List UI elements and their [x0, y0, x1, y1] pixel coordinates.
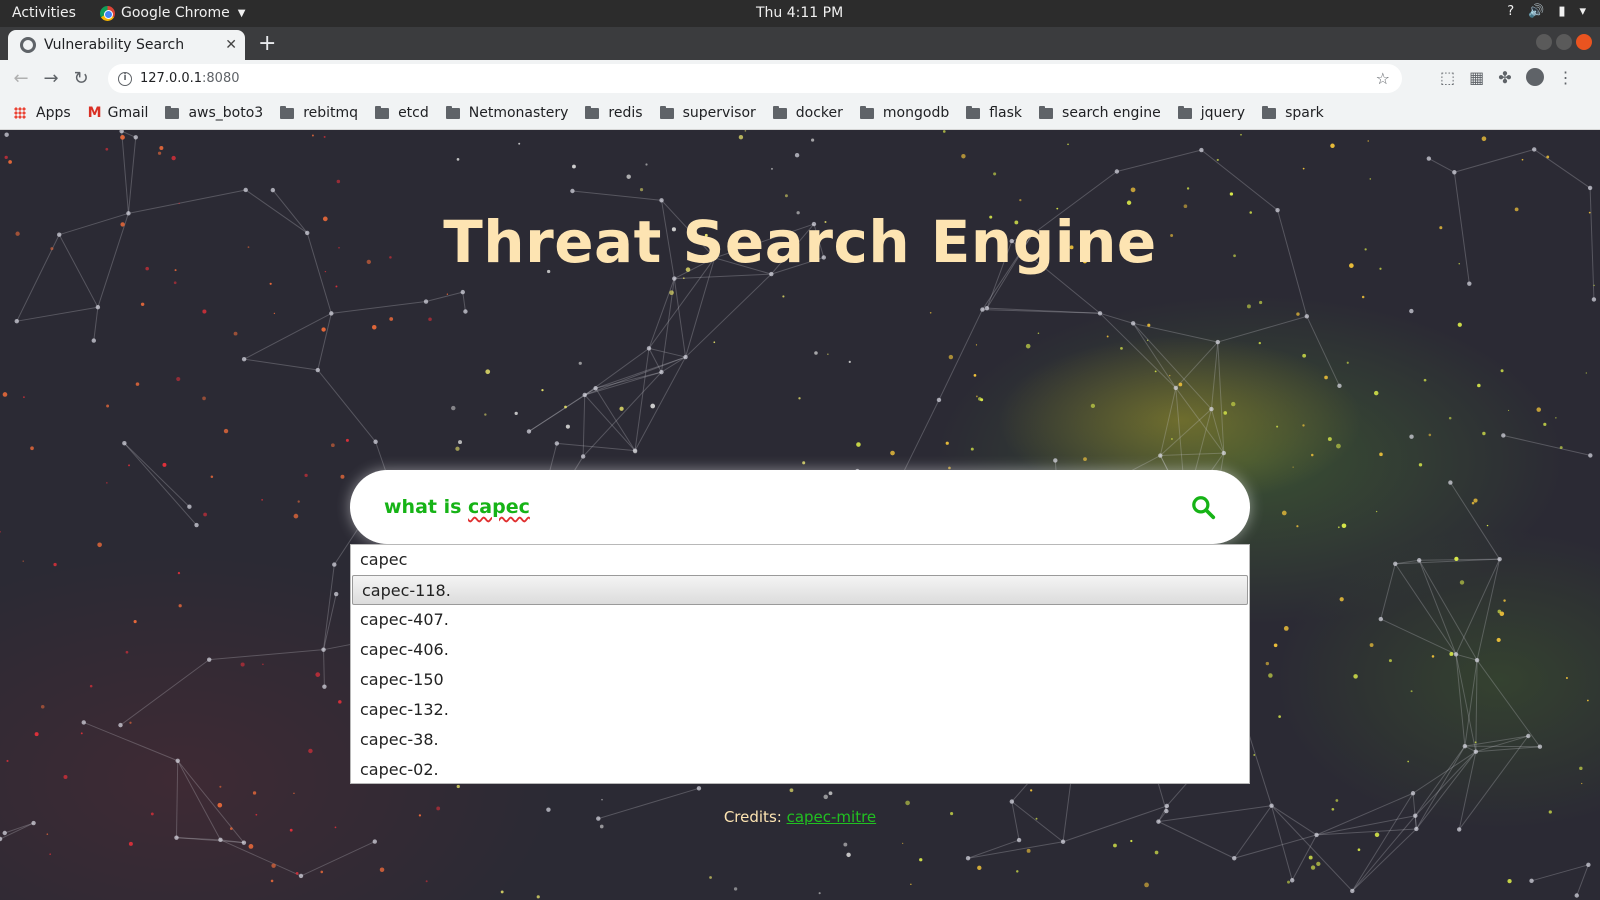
credits-link[interactable]: capec-mitre — [787, 808, 877, 826]
folder-icon — [375, 105, 390, 119]
search-bar[interactable]: what is capec — [350, 470, 1250, 544]
os-top-bar: Activities Google Chrome ▼ Thu 4:11 PM ?… — [0, 0, 1600, 27]
folder-icon — [585, 105, 600, 119]
folder-icon — [1039, 105, 1054, 119]
suggestion-item-selected[interactable]: capec-118. — [352, 575, 1248, 605]
bookmark-folder[interactable]: aws_boto3 — [165, 105, 263, 121]
close-icon[interactable]: ✕ — [225, 37, 237, 53]
gmail-icon: M — [87, 105, 102, 121]
new-tab-button[interactable]: + — [258, 31, 276, 57]
info-icon[interactable]: i — [118, 71, 132, 86]
bookmark-folder[interactable]: rebitmq — [280, 105, 358, 121]
system-tray[interactable]: ? 🔊 ▮ ▾ — [1507, 4, 1586, 19]
chevron-down-icon[interactable]: ▾ — [1579, 4, 1586, 19]
credits: Credits: capec-mitre — [0, 808, 1600, 826]
address-bar[interactable]: i 127.0.0.1:8080 ☆ — [108, 64, 1402, 93]
minimize-button[interactable] — [1536, 34, 1552, 50]
bookmark-folder[interactable]: docker — [772, 105, 843, 121]
bookmark-folder[interactable]: etcd — [375, 105, 429, 121]
tab-vulnerability-search[interactable]: Vulnerability Search ✕ — [8, 30, 245, 60]
page-content: Threat Search Engine what is capec capec… — [0, 130, 1600, 900]
folder-icon — [1262, 105, 1277, 119]
app-menu[interactable]: Google Chrome ▼ — [100, 5, 245, 21]
app-name-label: Google Chrome — [121, 5, 230, 21]
chevron-down-icon: ▼ — [237, 7, 246, 19]
bookmarks-bar: Apps M Gmail aws_boto3 rebitmq etcd Netmo… — [0, 97, 1600, 130]
suggestion-item[interactable]: capec-406. — [351, 635, 1249, 665]
suggestion-item[interactable]: capec-150 — [351, 665, 1249, 695]
tab-strip: Vulnerability Search ✕ + — [0, 27, 1600, 60]
folder-icon — [165, 105, 180, 119]
bookmark-folder[interactable]: search engine — [1039, 105, 1161, 121]
bookmark-folder[interactable]: jquery — [1177, 105, 1245, 121]
bookmark-folder[interactable]: Netmonastery — [445, 105, 568, 121]
folder-icon — [1177, 105, 1192, 119]
extensions-area: ⬚ ▦ ✤ ⋮ — [1440, 68, 1574, 87]
apps-grid-icon — [14, 107, 26, 119]
url-text: 127.0.0.1:8080 — [140, 71, 240, 86]
search-icon[interactable] — [1190, 494, 1216, 520]
browser-toolbar: ← → ↻ i 127.0.0.1:8080 ☆ ⬚ ▦ ✤ ⋮ — [0, 60, 1600, 97]
star-icon[interactable]: ☆ — [1376, 69, 1390, 88]
puzzle-icon[interactable]: ✤ — [1498, 68, 1511, 87]
activities-button[interactable]: Activities — [12, 5, 76, 21]
bookmark-folder[interactable]: redis — [585, 105, 643, 121]
battery-icon[interactable]: ▮ — [1558, 4, 1565, 19]
suggestion-item[interactable]: capec-38. — [351, 725, 1249, 755]
folder-icon — [966, 105, 981, 119]
help-icon[interactable]: ? — [1507, 4, 1514, 19]
forward-icon[interactable]: → — [36, 68, 66, 89]
suggestion-item[interactable]: capec-407. — [351, 605, 1249, 635]
bookmark-folder[interactable]: mongodb — [859, 105, 949, 121]
bookmark-folder[interactable]: flask — [966, 105, 1022, 121]
bookmark-folder[interactable]: spark — [1262, 105, 1324, 121]
suggestion-item[interactable]: capec — [351, 545, 1249, 575]
suggestion-item[interactable]: capec-132. — [351, 695, 1249, 725]
folder-icon — [445, 105, 460, 119]
window-close-button[interactable] — [1576, 34, 1592, 50]
back-icon[interactable]: ← — [6, 68, 36, 89]
volume-icon[interactable]: 🔊 — [1528, 4, 1544, 19]
profile-avatar-icon[interactable] — [1525, 68, 1544, 86]
search-term: capec — [468, 496, 530, 518]
globe-icon — [20, 37, 36, 53]
menu-kebab-icon[interactable]: ⋮ — [1558, 68, 1574, 87]
folder-icon — [280, 105, 295, 119]
page-title: Threat Search Engine — [443, 208, 1157, 276]
maximize-button[interactable] — [1556, 34, 1572, 50]
autocomplete-list: capec capec-118. capec-407. capec-406. c… — [350, 544, 1250, 784]
clock[interactable]: Thu 4:11 PM — [756, 5, 843, 21]
qr-extension-icon[interactable]: ▦ — [1469, 68, 1484, 87]
extension-icon[interactable]: ⬚ — [1440, 68, 1455, 87]
reload-icon[interactable]: ↻ — [66, 68, 96, 89]
credits-label: Credits: — [723, 808, 787, 826]
window-controls — [1536, 34, 1592, 50]
suggestion-item[interactable]: capec-02. — [351, 755, 1249, 785]
folder-icon — [659, 105, 674, 119]
bookmark-gmail[interactable]: M Gmail — [88, 105, 149, 121]
folder-icon — [859, 105, 874, 119]
chrome-logo-icon — [100, 5, 115, 21]
bookmark-apps[interactable]: Apps — [14, 105, 71, 121]
search-input[interactable]: what is capec — [384, 496, 1190, 518]
tab-title: Vulnerability Search — [44, 37, 185, 53]
folder-icon — [772, 105, 787, 119]
bookmark-folder[interactable]: supervisor — [659, 105, 756, 121]
